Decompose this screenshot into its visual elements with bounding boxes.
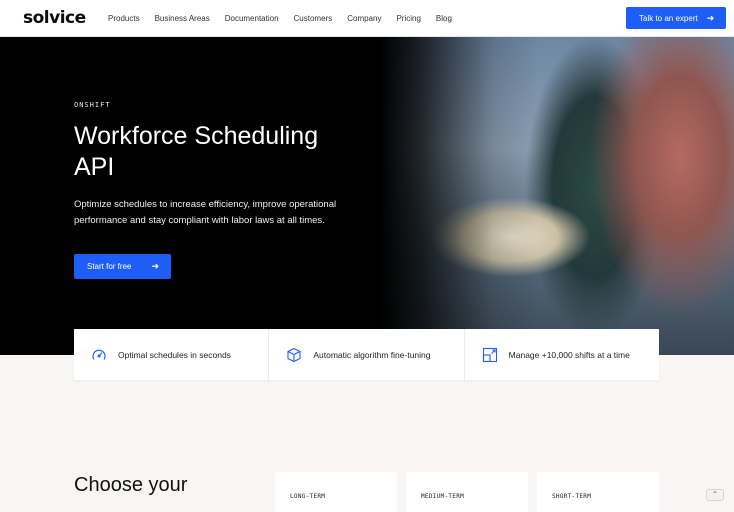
- feature-item: Manage +10,000 shifts at a time: [465, 329, 659, 380]
- nav-item-blog[interactable]: Blog: [436, 14, 452, 23]
- hero-section: [0, 37, 734, 355]
- top-navbar: solvice Products Business Areas Document…: [0, 0, 734, 37]
- arrow-right-icon: ➜: [706, 12, 715, 23]
- nav-item-products[interactable]: Products: [108, 14, 140, 23]
- chevron-up-icon[interactable]: ⌃: [706, 489, 724, 501]
- hero-title-line-2: API: [74, 153, 115, 181]
- nav-item-company[interactable]: Company: [347, 14, 381, 23]
- plan-label: MEDIUM-TERM: [421, 493, 465, 500]
- plan-card-short-term[interactable]: SHORT-TERM: [537, 472, 659, 512]
- plans-section-title: Choose your: [74, 474, 188, 496]
- feature-label: Optimal schedules in seconds: [118, 349, 231, 360]
- feature-item: Optimal schedules in seconds: [74, 329, 270, 380]
- plan-label: SHORT-TERM: [552, 493, 592, 500]
- hero-eyebrow: ONSHIFT: [74, 101, 111, 109]
- feature-item: Automatic algorithm fine-tuning: [269, 329, 465, 380]
- talk-to-expert-button[interactable]: Talk to an expert ➜: [626, 7, 726, 29]
- cube-icon: [287, 347, 301, 362]
- start-for-free-button[interactable]: Start for free ➜: [74, 254, 171, 279]
- speedometer-icon: [92, 349, 106, 360]
- feature-label: Manage +10,000 shifts at a time: [508, 349, 630, 360]
- hero-photo: [380, 37, 734, 355]
- plan-label: LONG-TERM: [290, 493, 326, 500]
- plan-card-long-term[interactable]: LONG-TERM: [275, 472, 397, 512]
- feature-label: Automatic algorithm fine-tuning: [313, 349, 431, 360]
- nav-item-pricing[interactable]: Pricing: [396, 14, 420, 23]
- start-for-free-label: Start for free: [87, 262, 132, 271]
- plan-card-medium-term[interactable]: MEDIUM-TERM: [406, 472, 528, 512]
- hero-title: Workforce Scheduling API: [74, 121, 394, 183]
- nav-item-customers[interactable]: Customers: [294, 14, 333, 23]
- nav-item-business-areas[interactable]: Business Areas: [155, 14, 210, 23]
- main-menu: Products Business Areas Documentation Cu…: [108, 14, 467, 23]
- expand-grid-icon: [482, 347, 497, 362]
- solvice-logo[interactable]: solvice: [23, 8, 86, 28]
- hero-subtitle: Optimize schedules to increase efficienc…: [74, 199, 337, 226]
- feature-strip: Optimal schedules in seconds Automatic a…: [74, 329, 659, 380]
- arrow-right-icon: ➜: [151, 261, 160, 271]
- talk-to-expert-label: Talk to an expert: [639, 13, 698, 23]
- nav-item-documentation[interactable]: Documentation: [225, 14, 279, 23]
- hero-title-line-1: Workforce Scheduling: [74, 122, 319, 150]
